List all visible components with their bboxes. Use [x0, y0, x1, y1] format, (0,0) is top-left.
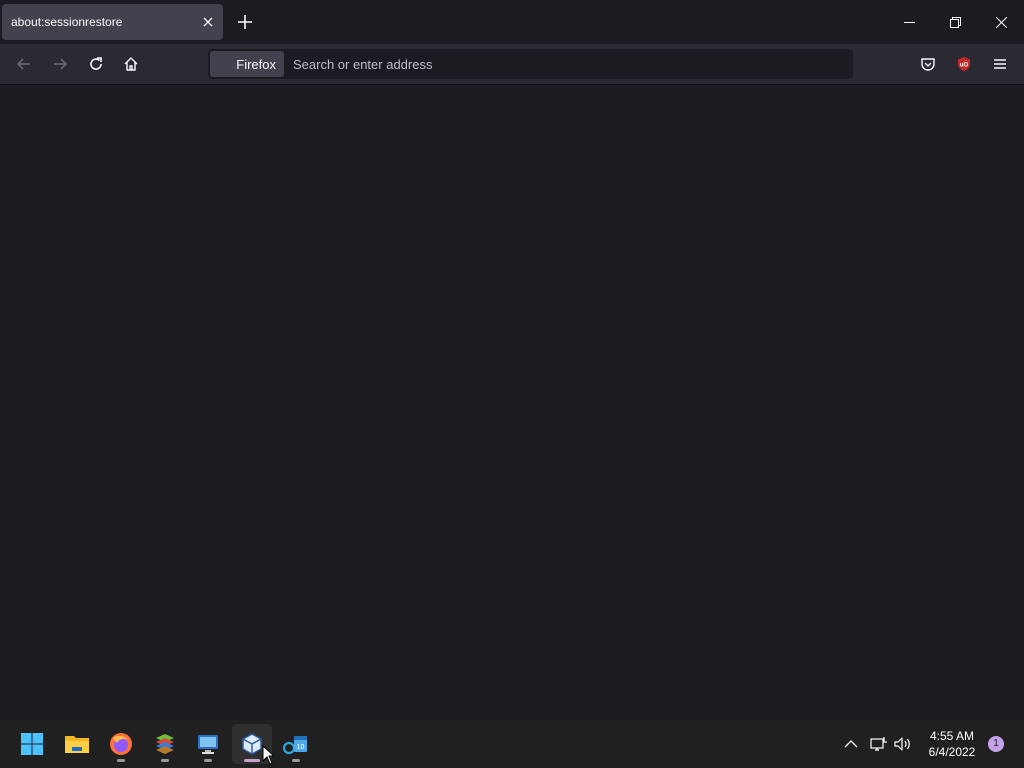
file-explorer-icon: [65, 736, 89, 753]
address-placeholder[interactable]: Search or enter address: [293, 57, 432, 72]
running-indicator: [292, 759, 300, 762]
running-indicator: [244, 759, 260, 762]
clock-date: 6/4/2022: [928, 745, 976, 759]
pocket-button[interactable]: [914, 50, 942, 78]
remote-desktop-button[interactable]: [188, 724, 228, 764]
ublock-origin-button[interactable]: uO: [950, 50, 978, 78]
running-indicator: [161, 759, 169, 762]
identity-label: Firefox: [236, 57, 276, 72]
taskbar: 10 4:55 AM 6/4/2022: [0, 720, 1024, 768]
file-explorer-button[interactable]: [57, 724, 97, 764]
winrar-button[interactable]: [145, 724, 185, 764]
app-menu-button[interactable]: [986, 50, 1014, 78]
home-icon: [124, 57, 138, 71]
back-arrow-icon: [16, 58, 30, 70]
virtualbox-icon: [242, 733, 262, 755]
restore-button[interactable]: [941, 8, 969, 36]
mouse-cursor-icon: [262, 745, 274, 765]
notification-badge[interactable]: 1: [988, 736, 1004, 752]
pocket-icon: [921, 58, 935, 71]
navigation-toolbar: Firefox Search or enter address uO: [0, 44, 1024, 85]
tab-title: about:sessionrestore: [11, 15, 123, 29]
address-bar[interactable]: Firefox Search or enter address: [208, 49, 853, 79]
clock[interactable]: 4:55 AM 6/4/2022: [918, 728, 986, 760]
running-indicator: [204, 759, 212, 762]
close-icon[interactable]: [199, 13, 217, 31]
forward-button[interactable]: [46, 50, 74, 78]
home-button[interactable]: [117, 50, 145, 78]
back-button[interactable]: [10, 50, 38, 78]
calendar-app-button[interactable]: 10: [276, 724, 316, 764]
network-icon: [870, 737, 887, 751]
clock-time: 4:55 AM: [929, 729, 975, 743]
new-tab-button[interactable]: [233, 10, 257, 34]
calendar-app-icon: 10: [283, 736, 307, 755]
window-close-button[interactable]: [987, 8, 1015, 36]
firefox-button[interactable]: [101, 724, 141, 764]
svg-text:uO: uO: [960, 63, 969, 69]
show-hidden-icons-button[interactable]: [839, 732, 863, 756]
forward-arrow-icon: [54, 58, 68, 70]
reload-icon: [90, 57, 102, 70]
start-button[interactable]: [12, 724, 52, 764]
page-content: [0, 85, 1024, 720]
volume-button[interactable]: [891, 732, 915, 756]
remote-desktop-icon: [198, 735, 218, 754]
minimize-button[interactable]: [895, 8, 923, 36]
speaker-icon: [894, 737, 910, 751]
reload-button[interactable]: [82, 50, 110, 78]
firefox-icon: [110, 733, 132, 755]
running-indicator: [117, 759, 125, 762]
ublock-icon: uO: [958, 57, 970, 71]
tab-strip: about:sessionrestore: [0, 0, 1024, 44]
tab-session-restore[interactable]: about:sessionrestore: [2, 4, 223, 40]
network-button[interactable]: [867, 732, 891, 756]
start-icon: [21, 733, 43, 755]
chevron-up-icon: [844, 740, 858, 748]
hamburger-menu-icon: [994, 59, 1006, 69]
svg-text:10: 10: [297, 744, 305, 751]
winrar-icon: [156, 734, 174, 754]
identity-box[interactable]: Firefox: [210, 51, 284, 77]
